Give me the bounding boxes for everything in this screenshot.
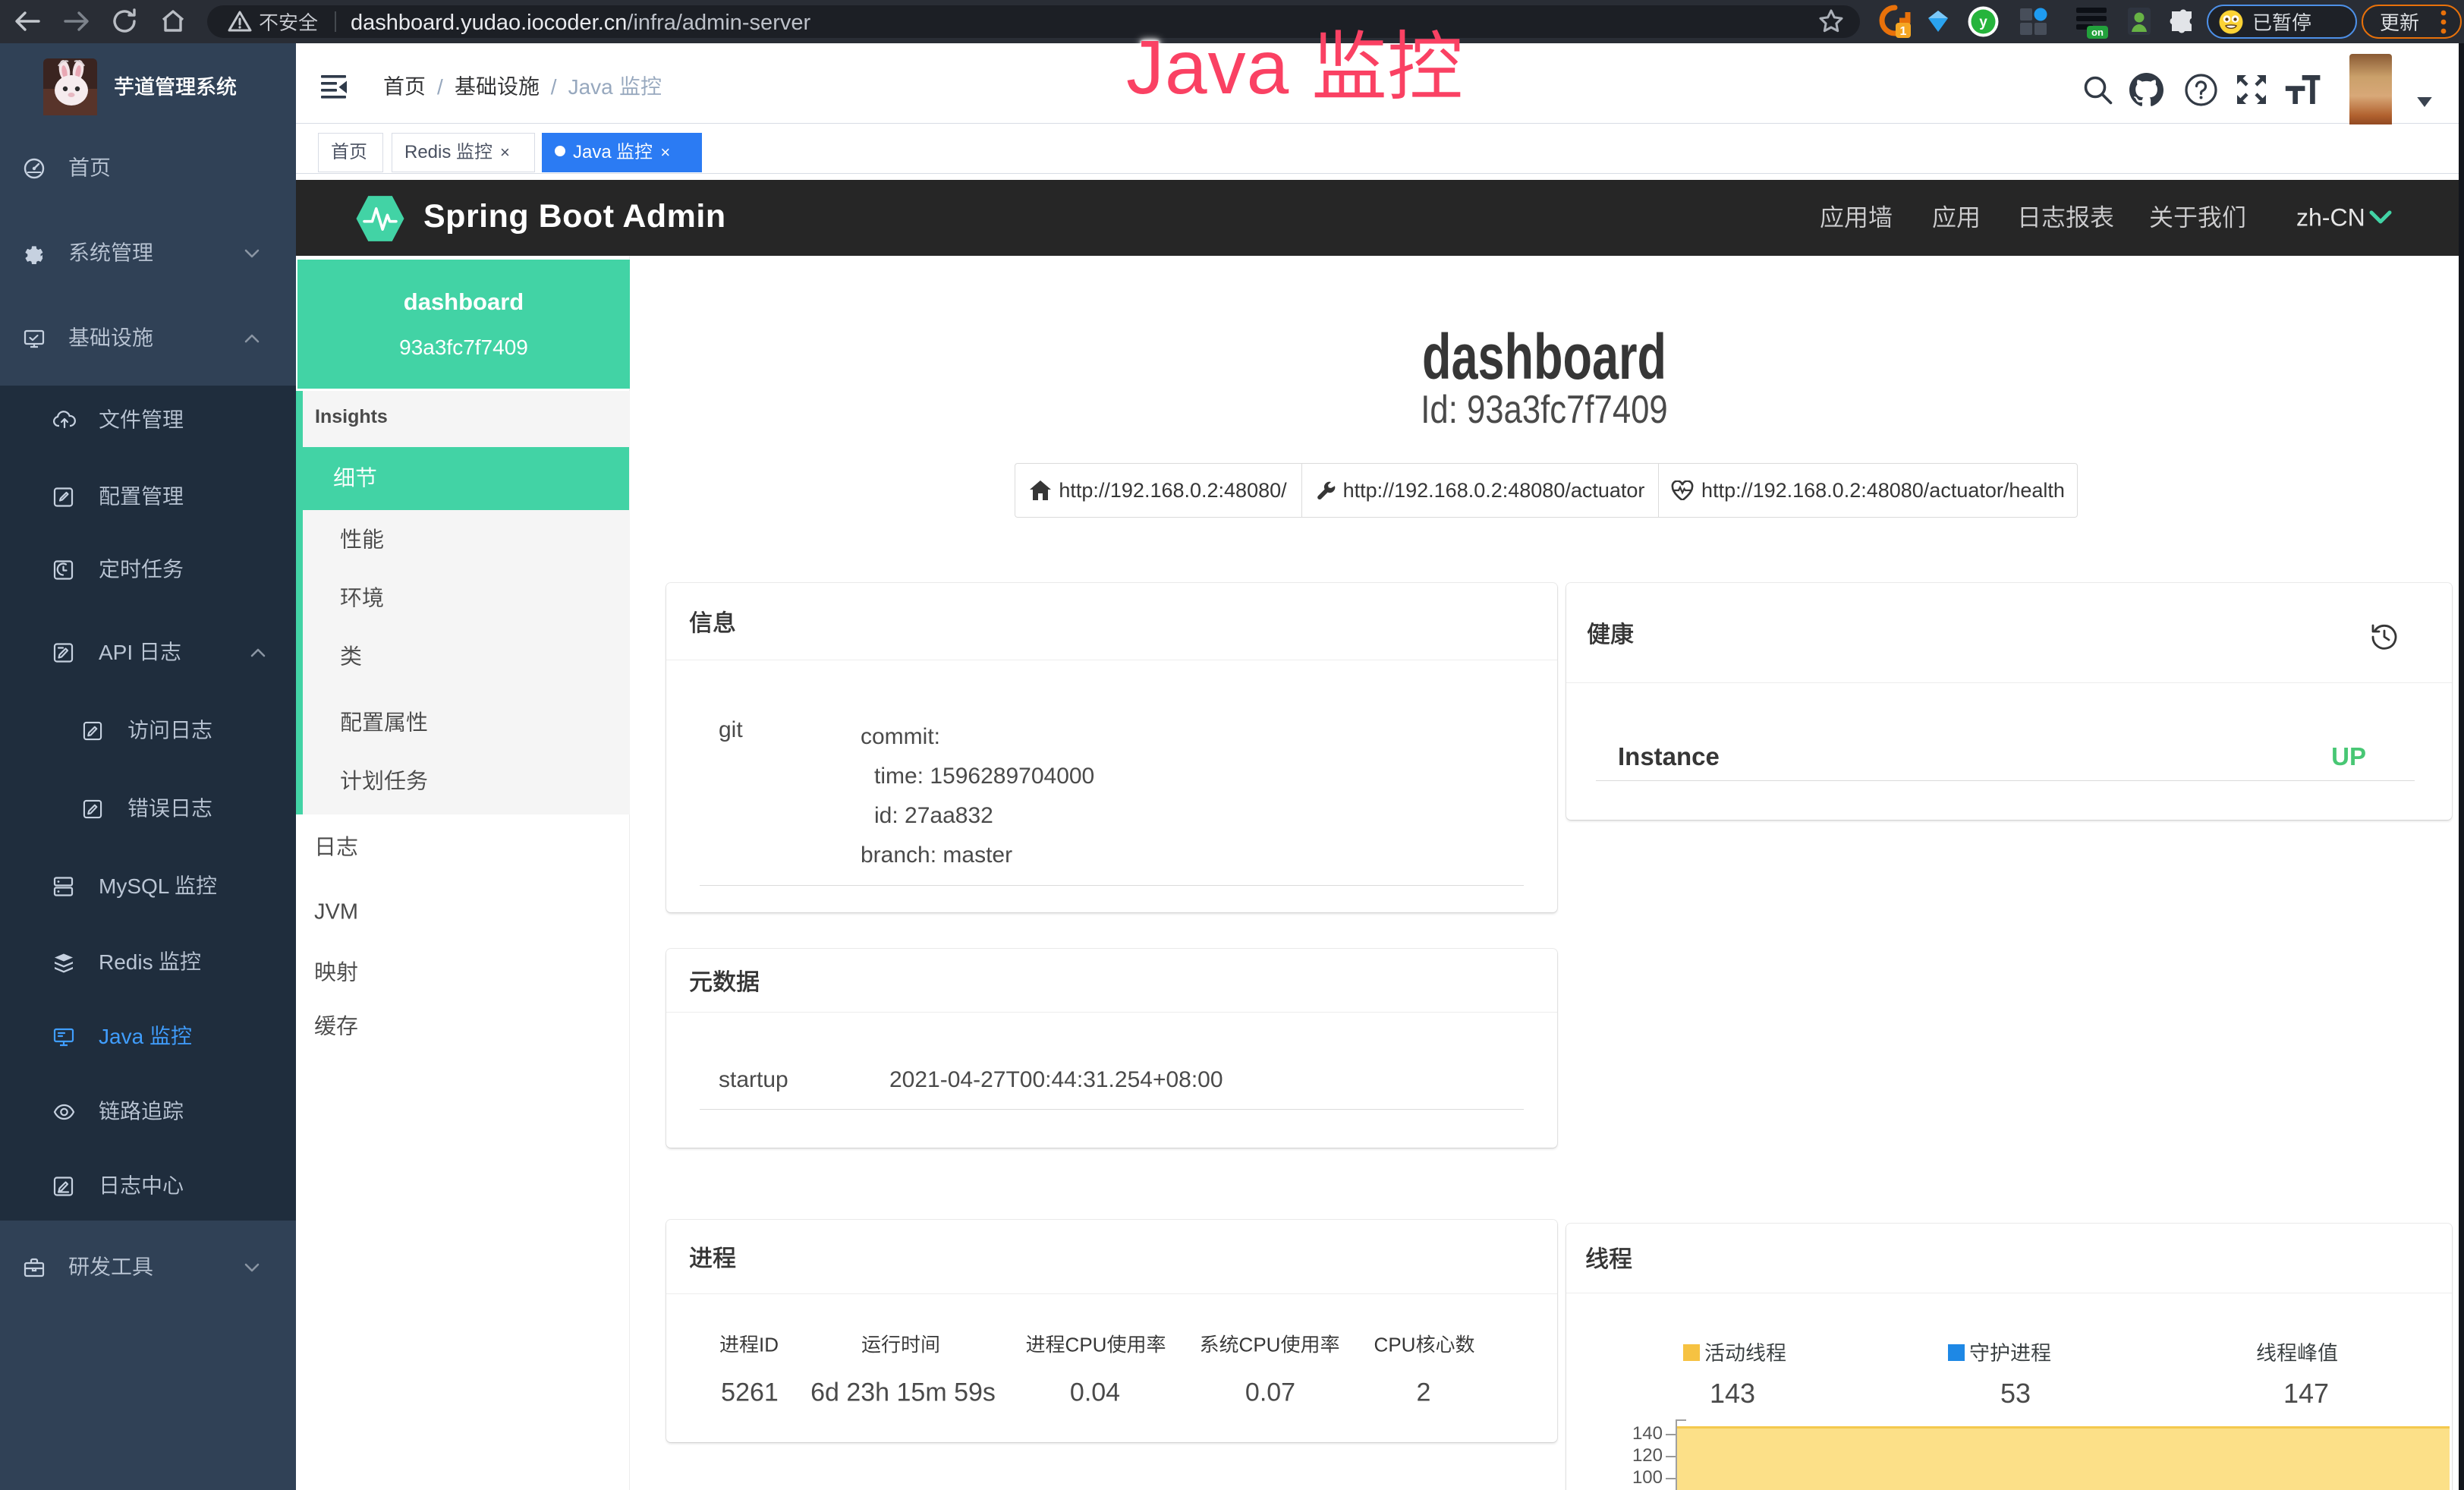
svg-text:on: on <box>2091 27 2104 38</box>
svg-text:y: y <box>1979 14 1987 30</box>
svg-text:1: 1 <box>1900 25 1907 38</box>
